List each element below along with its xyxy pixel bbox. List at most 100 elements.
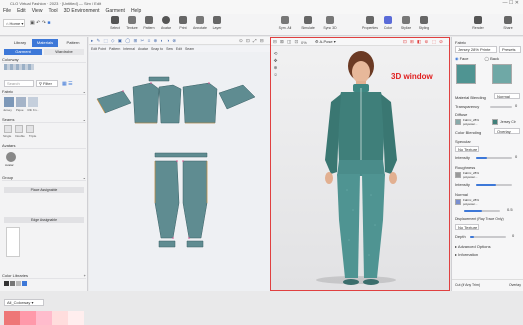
color-swatch[interactable]	[22, 281, 27, 286]
add-icon[interactable]: +	[84, 273, 86, 279]
internal-tool[interactable]: Internal	[123, 46, 135, 52]
seam-thumb-double[interactable]	[15, 125, 23, 133]
normal-slider[interactable]	[464, 210, 500, 212]
tool-layer[interactable]: Layer	[207, 16, 227, 30]
avatar-pose-dropdown[interactable]: ⚙ A-Pose ▾	[315, 39, 336, 44]
roughness-texture-thumb[interactable]	[455, 172, 461, 178]
depth-value[interactable]: 0	[512, 233, 514, 238]
back-tab[interactable]: ◯ Back	[485, 56, 500, 61]
displacement-texture-button[interactable]: No Texture	[455, 224, 479, 230]
color-grid[interactable]	[4, 311, 84, 325]
avatar-thumb[interactable]	[6, 152, 16, 162]
tool-styling[interactable]: Styling	[414, 16, 434, 30]
color-swatch[interactable]	[10, 281, 15, 286]
footer-left-option[interactable]: Cut (if Any Trim)	[455, 280, 480, 290]
tool-sync-3d[interactable]: Sync 3D	[320, 16, 340, 30]
specular-intensity-slider[interactable]	[476, 157, 512, 159]
edit-tool[interactable]: Edit	[176, 46, 182, 52]
share-button[interactable]: Share	[498, 16, 518, 30]
information-toggle[interactable]: ▸ Information	[455, 252, 478, 257]
group-section-header[interactable]: Group ⌄	[2, 175, 86, 181]
tool-color[interactable]: Color	[378, 16, 398, 30]
place-assignable-bar[interactable]: Place Assignable	[4, 187, 84, 193]
sew-tool[interactable]: Sew	[166, 46, 173, 52]
pattern-tool-icons[interactable]: ▸ ✎ ⬚ ◇ ▣ ◯ ⊞ ✂ ≡ ⊕ ◐ ◑ ⊗	[91, 38, 177, 44]
save-icon[interactable]: ▣	[30, 20, 35, 26]
undo-icon[interactable]: ↶	[36, 20, 40, 26]
avatar-3d[interactable]	[301, 50, 421, 290]
tool-properties[interactable]: Properties	[360, 16, 380, 30]
fabric-preset-button[interactable]: Presets	[499, 46, 521, 53]
search-input[interactable]: Search	[4, 80, 34, 87]
fabric-thumb-3[interactable]	[28, 97, 38, 107]
tab-pattern[interactable]: Pattern	[60, 39, 86, 47]
folder-icon[interactable]: ■	[47, 20, 50, 26]
pattern-tool[interactable]: Pattern	[109, 46, 120, 52]
menu-view[interactable]: View	[32, 8, 43, 14]
pan-view-icon[interactable]: ✥	[272, 57, 279, 64]
colorway-swatch[interactable]	[4, 64, 34, 70]
fabric-section-header[interactable]: Fabric ⌄	[2, 89, 86, 95]
edge-assignable-bar[interactable]: Edge Assignable	[4, 217, 84, 223]
avatar-view-icon[interactable]: ☺	[272, 71, 279, 78]
home-dropdown[interactable]: ⌂ Home ▾	[3, 19, 25, 27]
menu-help[interactable]: Help	[131, 8, 141, 14]
tool-sym-all[interactable]: Sym. All	[275, 16, 295, 30]
collapse-icon[interactable]: ⌄	[83, 89, 86, 95]
face-tab[interactable]: ◉ Face	[455, 56, 469, 61]
viewport-3d-side-toolbar[interactable]: ⟲ ✥ ⊕ ☺	[272, 50, 279, 110]
specular-texture-button[interactable]: No Texture	[455, 146, 479, 152]
seam-tool[interactable]: Seam	[185, 46, 194, 52]
rotate-view-icon[interactable]: ⟲	[272, 50, 279, 57]
color-libraries-header[interactable]: Color Libraries +	[2, 273, 86, 279]
roughness-slider[interactable]	[476, 184, 512, 186]
footer-right-option[interactable]: Overlay	[509, 280, 521, 290]
material-blending-select[interactable]: Normal	[494, 93, 520, 99]
tab-materials[interactable]: Materials	[32, 39, 58, 47]
seam-thumb-single[interactable]	[4, 125, 12, 133]
zoom-view-icon[interactable]: ⊕	[272, 64, 279, 71]
diffuse-color-swatch[interactable]	[492, 119, 498, 125]
seam-thumb-triple[interactable]	[26, 125, 34, 133]
menu-tool[interactable]: Tool	[48, 8, 57, 14]
viewport-3d-left-icons[interactable]: ⊟ ⊠ ◫ ⊡	[273, 39, 299, 45]
edit-point-tool[interactable]: Edit Point	[91, 46, 106, 52]
menu-file[interactable]: File	[3, 8, 11, 14]
snap-to-tool[interactable]: Snap to	[151, 46, 163, 52]
advanced-options-toggle[interactable]: ▸ Advanced Options	[455, 244, 491, 249]
menu-garment[interactable]: Garment	[105, 8, 124, 14]
fabric-thumb-2[interactable]	[16, 97, 26, 107]
subtab-wardrobe[interactable]: Wardrobe	[44, 49, 84, 55]
transparency-slider[interactable]	[490, 106, 512, 108]
normal-texture-thumb[interactable]	[455, 199, 461, 205]
collapse-icon[interactable]: ⌄	[83, 117, 86, 123]
normal-value[interactable]: 0.5	[507, 207, 513, 212]
depth-slider[interactable]	[470, 236, 506, 238]
avatar-tool[interactable]: Avatar	[138, 46, 148, 52]
menu-edit[interactable]: Edit	[17, 8, 26, 14]
fabric-front-preview[interactable]	[456, 64, 476, 84]
avatars-section-header[interactable]: Avatars	[2, 143, 86, 149]
filter-dropdown[interactable]: ⚲ Filter	[36, 80, 58, 87]
pattern-view-icons[interactable]: ⊙ ⊡ ⤢ ⊟	[239, 38, 265, 44]
fabric-name-field[interactable]: Jersey 28% Printe	[455, 46, 497, 53]
seams-section-header[interactable]: Seams ⌄	[2, 117, 86, 123]
pants-pattern-group[interactable]	[154, 152, 208, 248]
transparency-value[interactable]: 0	[515, 103, 517, 108]
menu-3d-environment[interactable]: 3D Environment	[64, 8, 100, 14]
colorway-select[interactable]: All_Colorway ▾	[4, 299, 44, 306]
viewport-3d[interactable]: 3D window	[270, 37, 450, 291]
viewport-3d-right-icons[interactable]: ⊡ ⊞ ◧ ⊚ ⬚ ⊘	[403, 39, 444, 45]
tool-render[interactable]: Render	[468, 16, 488, 30]
window-controls[interactable]: — ☐ ✕	[503, 0, 519, 6]
redo-icon[interactable]: ↷	[42, 20, 46, 26]
color-swatch[interactable]	[4, 281, 9, 286]
fabric-back-preview[interactable]	[492, 64, 512, 84]
top-pattern-group[interactable]	[96, 76, 256, 124]
tool-simulate[interactable]: Simulate	[298, 16, 318, 30]
specular-intensity-value[interactable]: 0	[515, 154, 517, 159]
view-toggle-icons[interactable]: ▦ ☰	[62, 81, 73, 87]
tool-stylize[interactable]: Stylize	[396, 16, 416, 30]
color-blending-select[interactable]: Overlay	[494, 128, 520, 134]
fabric-thumb-1[interactable]	[4, 97, 14, 107]
